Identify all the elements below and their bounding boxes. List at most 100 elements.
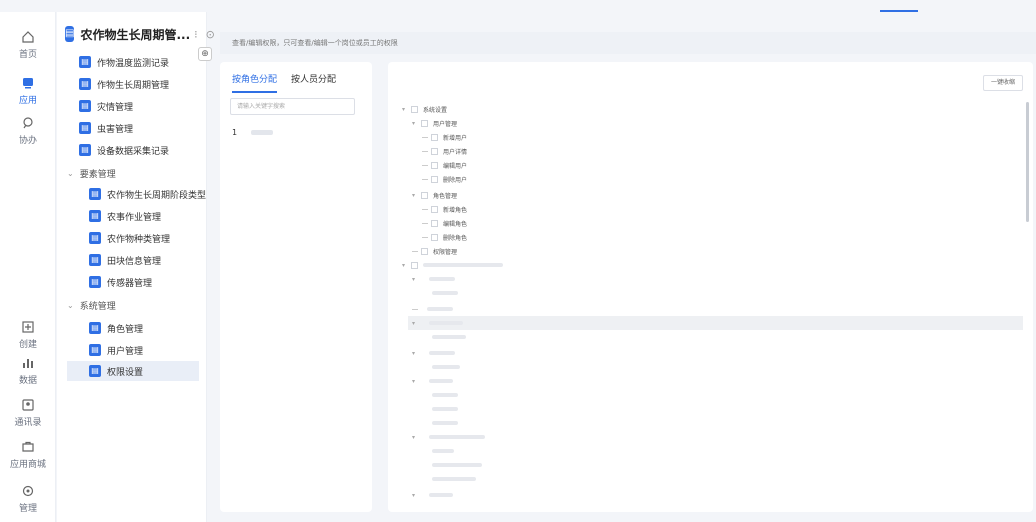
rail-create-label: 创建 xyxy=(18,340,37,350)
caret-icon: ▾ xyxy=(412,119,416,127)
rail-collab[interactable]: 协办 xyxy=(0,116,56,146)
tree-label: 新增用户 xyxy=(443,134,468,142)
tree-label: 角色管理 xyxy=(433,192,458,200)
nav-item[interactable]: ▤ 农作物种类管理 xyxy=(89,228,170,248)
tree-node[interactable]: 编辑用户 xyxy=(422,158,467,172)
doc-icon: ▤ xyxy=(89,210,101,222)
checkbox[interactable] xyxy=(431,175,438,183)
tree-label: 用户详情 xyxy=(443,148,468,156)
tree-node-blurred[interactable] xyxy=(422,402,458,416)
more-icon[interactable]: ⁝ xyxy=(194,28,198,41)
tree-label: 编辑用户 xyxy=(443,162,468,170)
home-icon xyxy=(22,31,34,43)
scrollbar[interactable] xyxy=(1026,102,1029,222)
nav-item-label: 传感器管理 xyxy=(107,278,153,289)
checkbox[interactable] xyxy=(431,205,438,213)
rail-data-label: 数据 xyxy=(18,376,37,386)
tree-label: 系统设置 xyxy=(423,106,448,114)
role-name-redacted xyxy=(251,129,274,135)
tree-node[interactable]: ▾ 系统设置 xyxy=(402,102,447,116)
doc-icon: ▤ xyxy=(89,344,101,356)
tree-node-blurred[interactable] xyxy=(422,360,460,374)
checkbox[interactable] xyxy=(421,119,428,127)
app-icon: ▤ xyxy=(65,26,75,42)
active-tab-indicator xyxy=(880,10,918,12)
permission-tree-panel: 一键收缩 ▾ 系统设置 ▾ 用户管理 新增用户 用户详情 编辑用户 删除用户 ▾ 角色… xyxy=(388,62,1033,512)
rail-contacts[interactable]: 通讯录 xyxy=(0,398,56,428)
tree-node-blurred[interactable] xyxy=(422,458,482,472)
rail-data[interactable]: 数据 xyxy=(0,356,56,386)
rail-home[interactable]: 首页 xyxy=(0,30,56,60)
tree-node-blurred[interactable] xyxy=(412,302,453,316)
checkbox[interactable] xyxy=(431,147,438,155)
nav-item[interactable]: ▤ 作物生长周期管理 xyxy=(79,74,169,94)
checkbox[interactable] xyxy=(421,247,428,255)
checkbox[interactable] xyxy=(431,233,438,241)
pin-icon[interactable]: ⊙ xyxy=(206,28,215,41)
rail-contacts-label: 通讯录 xyxy=(14,418,42,428)
tree-node-blurred[interactable] xyxy=(422,388,458,402)
collapse-all-button[interactable]: 一键收缩 xyxy=(982,75,1023,91)
nav-item[interactable]: ▤ 田块信息管理 xyxy=(89,250,161,270)
tree-node-blurred[interactable]: ▾ xyxy=(412,488,453,502)
role-list-item[interactable]: 1 xyxy=(232,124,362,140)
tree-node[interactable]: 删除角色 xyxy=(422,230,467,244)
tree-node-blurred[interactable] xyxy=(422,444,454,458)
rail-create[interactable]: 创建 xyxy=(0,320,56,350)
doc-icon: ▤ xyxy=(89,188,101,200)
tree-node-blurred[interactable] xyxy=(422,416,458,430)
tree-node[interactable]: 删除用户 xyxy=(422,172,467,186)
checkbox[interactable] xyxy=(431,161,438,169)
nav-item[interactable]: ▤ 作物温度监测记录 xyxy=(79,52,169,72)
nav-item-label: 虫害管理 xyxy=(97,124,134,135)
app-header: ▤ 农作物生长周期管... ⁝ ⊙ xyxy=(65,24,215,44)
tree-node[interactable]: ▾ 角色管理 xyxy=(412,188,457,202)
checkbox[interactable] xyxy=(421,191,428,199)
checkbox[interactable] xyxy=(431,219,438,227)
tree-node[interactable]: 编辑角色 xyxy=(422,216,467,230)
collapse-nav-button[interactable]: ⊕ xyxy=(198,47,212,61)
tree-node-blurred[interactable] xyxy=(422,330,466,344)
rail-store[interactable]: 应用商城 xyxy=(0,440,56,470)
nav-item[interactable]: ▤ 用户管理 xyxy=(89,340,143,360)
rail-settings[interactable]: 管理 xyxy=(0,484,56,514)
tree-node-blurred[interactable]: ▾ xyxy=(412,346,455,360)
nav-item-permissions[interactable]: ▤ 权限设置 xyxy=(67,361,199,381)
nav-item[interactable]: ▤ 角色管理 xyxy=(89,318,143,338)
search-input[interactable]: 请输入关键字搜索 xyxy=(230,98,355,115)
tab-by-user[interactable]: 按人员分配 xyxy=(291,72,336,93)
nav-item[interactable]: ▤ 虫害管理 xyxy=(79,118,133,138)
nav-item[interactable]: ▤ 农事作业管理 xyxy=(89,206,161,226)
checkbox[interactable] xyxy=(411,105,418,113)
contacts-icon xyxy=(22,399,34,411)
checkbox[interactable] xyxy=(431,133,438,141)
apps-icon xyxy=(23,78,33,89)
highlighted-row xyxy=(408,316,1023,330)
tree-node[interactable]: 权限管理 xyxy=(412,244,457,258)
tree-node-blurred[interactable]: ▾ xyxy=(412,316,463,330)
tree-node[interactable]: ▾ 用户管理 xyxy=(412,116,457,130)
nav-item[interactable]: ▤ 农作物生长周期阶段类型 xyxy=(89,184,206,204)
nav-group-system[interactable]: ⌄ 系统管理 xyxy=(67,299,116,312)
tab-by-role[interactable]: 按角色分配 xyxy=(232,72,278,93)
tree-node[interactable]: 新增角色 xyxy=(422,202,467,216)
doc-icon: ▤ xyxy=(79,78,91,90)
tree-node-blurred[interactable]: ▾ xyxy=(402,258,503,272)
nav-item[interactable]: ▤ 设备数据采集记录 xyxy=(79,140,169,160)
tree-node[interactable]: 用户详情 xyxy=(422,144,467,158)
left-rail: 首页 应用 协办 创建 数据 通讯录 应用商城 管理 xyxy=(0,12,56,522)
tree-node-blurred[interactable]: ▾ xyxy=(412,430,485,444)
doc-icon: ▤ xyxy=(89,276,101,288)
nav-item[interactable]: ▤ 灾情管理 xyxy=(79,96,133,116)
tree-node-blurred[interactable] xyxy=(422,286,458,300)
rail-apps[interactable]: 应用 xyxy=(0,76,56,106)
create-icon xyxy=(22,321,34,333)
tree-node-blurred[interactable]: ▾ xyxy=(412,272,455,286)
app-title: 农作物生长周期管... xyxy=(80,27,191,42)
nav-group-label: 系统管理 xyxy=(79,302,116,312)
nav-group-elements[interactable]: ⌄ 要素管理 xyxy=(67,167,116,180)
tree-node-blurred[interactable]: ▾ xyxy=(412,374,453,388)
tree-node[interactable]: 新增用户 xyxy=(422,130,467,144)
nav-item[interactable]: ▤ 传感器管理 xyxy=(89,272,152,292)
tree-node-blurred[interactable] xyxy=(422,472,476,486)
